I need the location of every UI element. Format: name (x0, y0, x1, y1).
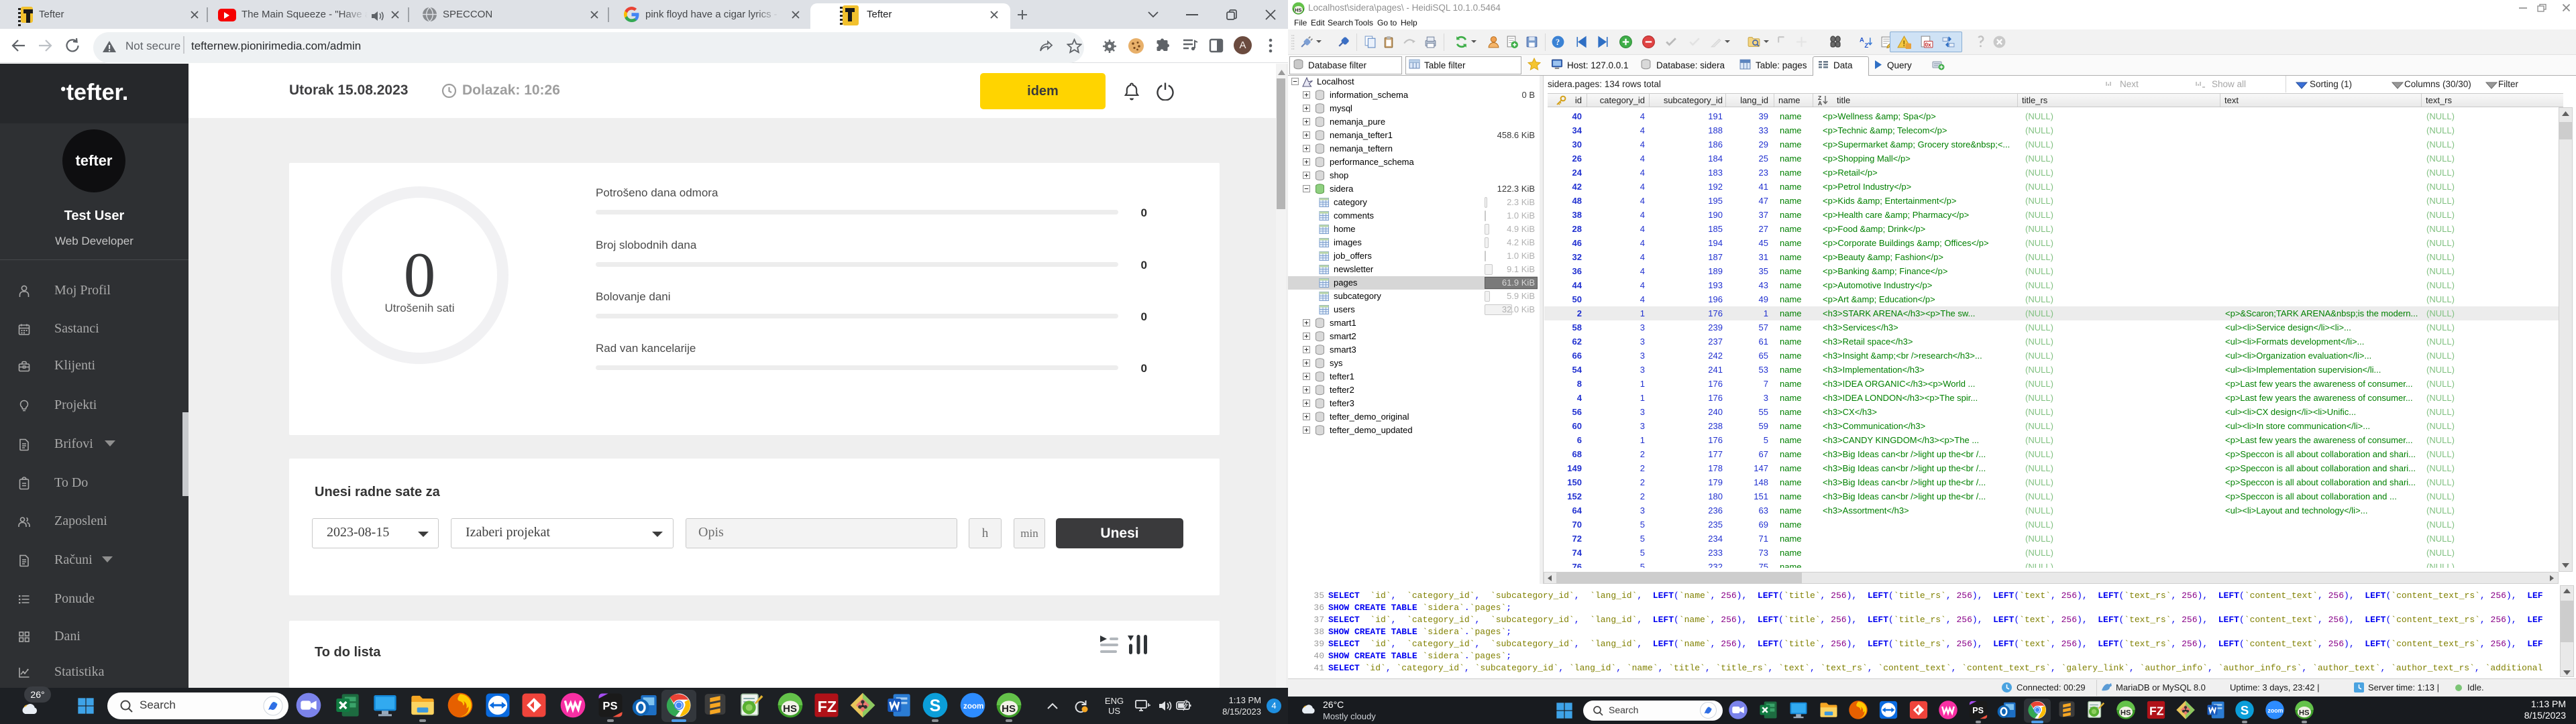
svg-text:S: S (2241, 703, 2249, 717)
svg-text:FZ: FZ (2149, 705, 2164, 718)
svg-text:HS: HS (783, 703, 797, 715)
svg-text:S: S (930, 697, 941, 715)
svg-text:!: ! (1902, 40, 1905, 48)
svg-text:HS: HS (1002, 703, 1016, 715)
svg-text:FZ: FZ (818, 698, 837, 715)
svg-text:?: ? (1556, 38, 1560, 47)
svg-text:PS: PS (602, 700, 617, 713)
svg-text:zoom: zoom (2268, 707, 2284, 714)
svg-text:0x: 0x (1925, 41, 1931, 48)
svg-text:A: A (1818, 100, 1822, 106)
svg-text:HS: HS (2299, 709, 2310, 717)
svg-text:HS: HS (1295, 7, 1301, 13)
svg-text:Z: Z (1864, 42, 1868, 49)
svg-text:PS: PS (1972, 706, 1984, 715)
svg-text:zoom: zoom (963, 702, 983, 711)
svg-text:A: A (1860, 37, 1864, 44)
svg-text:HS: HS (2121, 709, 2131, 717)
